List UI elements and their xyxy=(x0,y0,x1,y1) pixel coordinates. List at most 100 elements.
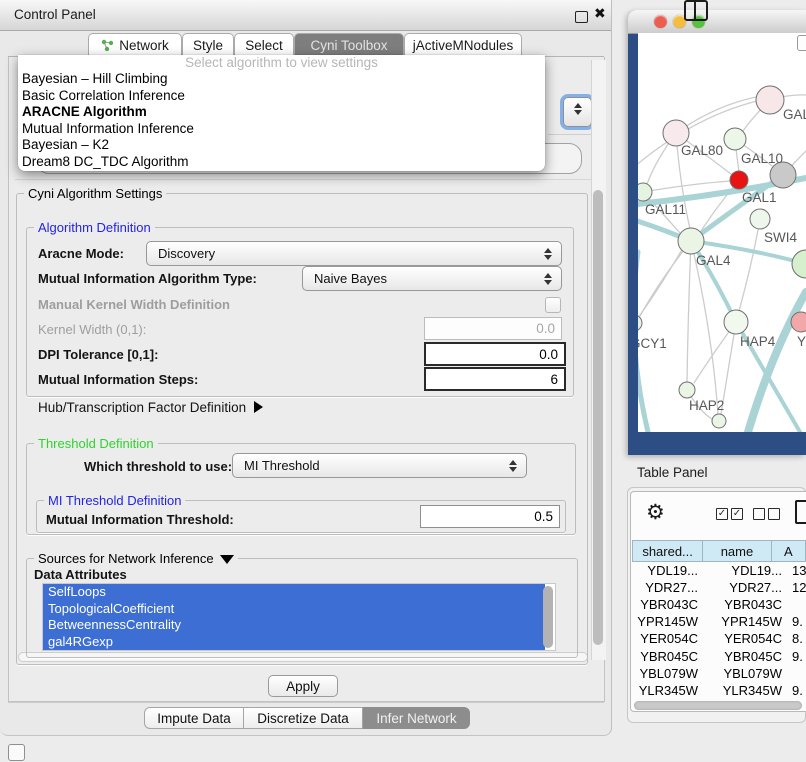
network-node[interactable] xyxy=(638,315,642,331)
aracne-mode-combo[interactable]: Discovery xyxy=(146,241,562,266)
tab-network[interactable]: Network xyxy=(88,33,182,57)
tab-style[interactable]: Style xyxy=(182,33,234,57)
tab-discretize-data[interactable]: Discretize Data xyxy=(244,707,363,729)
network-node[interactable] xyxy=(792,250,806,278)
network-node-label: HAP2 xyxy=(689,398,724,413)
which-threshold-label: Which threshold to use: xyxy=(84,459,232,474)
tab-impute-data[interactable]: Impute Data xyxy=(144,707,244,729)
column-header[interactable]: A xyxy=(771,540,806,562)
apply-button[interactable]: Apply xyxy=(268,675,338,697)
stepper-arrows-icon xyxy=(544,248,552,260)
close-traffic-light[interactable] xyxy=(654,15,667,28)
expand-right-icon xyxy=(254,401,263,413)
stepper-arrows-icon xyxy=(509,460,517,472)
dpi-tolerance-field[interactable]: 0.0 xyxy=(424,342,566,366)
network-edge[interactable] xyxy=(687,241,691,382)
screen: Control Panel ✖ Network Style Select Cyn… xyxy=(0,0,806,762)
network-canvas[interactable]: GALGAL80GAL10GAL1GAL11SWI4GAL4GCY1HAP4YH… xyxy=(638,33,806,432)
unchecked-checkbox-icon[interactable] xyxy=(753,508,765,520)
algorithm-option[interactable]: ARACNE Algorithm xyxy=(18,104,545,121)
table-cell: YER054C xyxy=(632,631,712,646)
network-node[interactable] xyxy=(724,310,748,334)
focused-combo-stepper[interactable] xyxy=(563,97,592,127)
data-attribute-item[interactable]: SelfLoops xyxy=(43,584,545,601)
tab-infer-network[interactable]: Infer Network xyxy=(363,707,470,729)
table-cell: YDR27... xyxy=(632,580,712,595)
close-icon[interactable]: ✖ xyxy=(594,5,606,22)
checked-checkbox-icon[interactable]: ✓ xyxy=(731,508,743,520)
network-node-label: GAL10 xyxy=(741,151,783,166)
network-node[interactable] xyxy=(712,414,726,428)
gear-icon[interactable]: ⚙ xyxy=(646,500,665,525)
network-window-titlebar xyxy=(628,10,806,34)
network-node-label: GCY1 xyxy=(638,336,667,351)
network-node[interactable] xyxy=(730,171,748,189)
tab-label: Select xyxy=(245,38,283,53)
manual-kernel-checkbox[interactable] xyxy=(545,297,561,313)
table-cell: 9. xyxy=(790,649,806,664)
table-row[interactable]: YDR27...YDR27...12 xyxy=(632,579,806,596)
table-cell: YER054C xyxy=(712,631,790,646)
hub-definition-toggle[interactable]: Hub/Transcription Factor Definition xyxy=(38,400,263,415)
checked-checkbox-icon[interactable]: ✓ xyxy=(716,508,728,520)
network-node-label: GAL4 xyxy=(696,253,731,268)
sources-toggle[interactable]: Sources for Network Inference xyxy=(34,551,238,566)
tab-cyni-toolbox[interactable]: Cyni Toolbox xyxy=(294,33,404,57)
algorithm-option[interactable]: Basic Correlation Inference xyxy=(18,88,545,105)
aracne-mode-label: Aracne Mode: xyxy=(38,246,124,261)
algorithm-option[interactable]: Mutual Information Inference xyxy=(18,121,545,138)
network-node[interactable] xyxy=(791,312,806,332)
kernel-width-field[interactable]: 0.0 xyxy=(424,317,562,340)
algorithm-option[interactable]: Bayesian – K2 xyxy=(18,137,545,154)
table-row[interactable]: YBL079WYBL079W xyxy=(632,665,806,682)
mi-type-combo[interactable]: Naive Bayes xyxy=(302,266,562,291)
mi-steps-field[interactable]: 6 xyxy=(424,367,566,391)
algorithm-option[interactable]: Dream8 DC_TDC Algorithm xyxy=(18,154,545,171)
table-row[interactable]: YBR045CYBR045C9. xyxy=(632,647,806,664)
table-cell: YDR27... xyxy=(712,580,790,595)
panel-corner-icon[interactable] xyxy=(8,744,25,761)
table-row[interactable]: YPR145WYPR145W9. xyxy=(632,613,806,630)
tab-jactivemnodules[interactable]: jActiveMNodules xyxy=(404,33,522,57)
tab-select[interactable]: Select xyxy=(234,33,294,57)
table-row[interactable]: YBR043CYBR043C xyxy=(632,596,806,613)
table-row[interactable]: YER054CYER054C8. xyxy=(632,630,806,647)
which-threshold-combo[interactable]: MI Threshold xyxy=(232,453,527,478)
page-icon[interactable] xyxy=(795,500,806,524)
network-edge[interactable] xyxy=(736,230,758,322)
field-value: 0.0 xyxy=(536,321,555,336)
data-attributes-list[interactable]: SelfLoopsTopologicalCoefficientBetweenne… xyxy=(42,583,556,651)
network-node[interactable] xyxy=(724,128,746,150)
table-horizontal-scrollbar-thumb[interactable] xyxy=(634,701,802,710)
table-row[interactable]: YLR345WYLR345W9. xyxy=(632,682,806,699)
network-node[interactable] xyxy=(679,382,695,398)
network-node-label: GAL80 xyxy=(681,143,723,158)
mi-threshold-field[interactable]: 0.5 xyxy=(420,505,560,528)
algorithm-option[interactable]: Bayesian – Hill Climbing xyxy=(18,71,545,88)
dpi-tolerance-label: DPI Tolerance [0,1]: xyxy=(38,347,158,362)
network-edge[interactable] xyxy=(638,248,683,323)
birdseye-toggle[interactable] xyxy=(797,35,806,51)
network-edge[interactable] xyxy=(701,180,739,231)
data-attribute-item[interactable]: TopologicalCoefficient xyxy=(43,601,545,618)
attributes-scrollbar-thumb[interactable] xyxy=(543,586,553,648)
network-node[interactable] xyxy=(756,86,784,114)
sources-title: Sources for Network Inference xyxy=(38,551,214,566)
data-attribute-item[interactable]: BetweennessCentrality xyxy=(43,617,545,634)
network-edge[interactable] xyxy=(643,181,730,192)
bottom-divider xyxy=(8,702,604,703)
column-header[interactable]: shared... xyxy=(632,540,702,562)
network-node[interactable] xyxy=(750,209,770,229)
data-attribute-item[interactable]: gal4RGexp xyxy=(43,634,545,651)
network-node[interactable] xyxy=(678,228,704,254)
tab-label: Network xyxy=(119,38,169,53)
network-view-window: GALGAL80GAL10GAL1GAL11SWI4GAL4GCY1HAP4YH… xyxy=(628,10,806,455)
network-node-label: GAL1 xyxy=(742,190,777,205)
settings-vertical-scrollbar-thumb[interactable] xyxy=(593,190,603,645)
columns-icon[interactable] xyxy=(684,0,708,21)
unchecked-checkbox-icon[interactable] xyxy=(768,508,780,520)
table-row[interactable]: YDL19...YDL19...13 xyxy=(632,562,806,579)
column-header[interactable]: name xyxy=(702,540,770,562)
float-window-icon[interactable] xyxy=(575,11,588,23)
network-node[interactable] xyxy=(638,183,652,201)
